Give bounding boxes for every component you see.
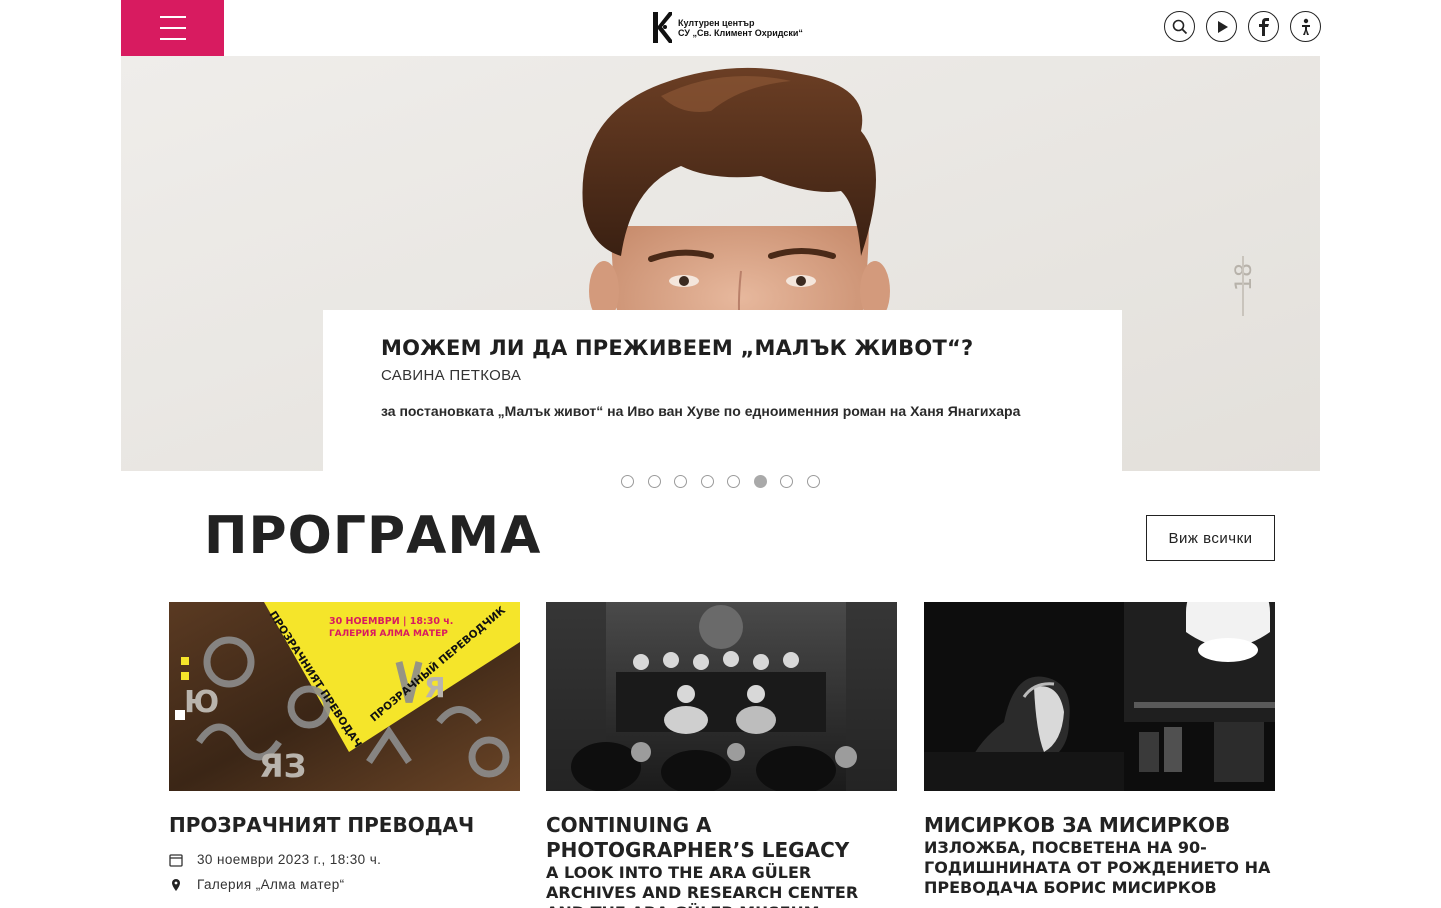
hero-author: Савина Петкова (381, 367, 522, 384)
event-title[interactable]: МИСИРКОВ ЗА МИСИРКОВ (924, 813, 1275, 838)
event-poster-image[interactable]: ЯЗ Ю Я 30 НОЕМВРИ | 18:30 ч. ГАЛЕРИЯ АЛМ… (169, 602, 520, 791)
svg-text:ЯЗ: ЯЗ (259, 747, 306, 785)
header-icon-group (1164, 11, 1321, 42)
play-icon (1217, 20, 1228, 33)
logo-line-2: СУ „Св. Климент Охридски“ (678, 27, 803, 38)
slider-dot[interactable] (674, 475, 687, 488)
event-card[interactable]: ЯЗ Ю Я 30 НОЕМВРИ | 18:30 ч. ГАЛЕРИЯ АЛМ… (169, 602, 520, 892)
accessibility-button[interactable] (1290, 11, 1321, 42)
event-title[interactable]: ПРОЗРАЧНИЯТ ПРЕВОДАЧ (169, 813, 520, 838)
hero-slider[interactable]: 18 МОЖЕМ ЛИ ДА ПРЕЖИВЕЕМ „МАЛЪК ЖИВОТ“? … (121, 56, 1320, 471)
event-card[interactable]: МИСИРКОВ ЗА МИСИРКОВ ИЗЛОЖБА, ПОСВЕТЕНА … (924, 602, 1275, 898)
event-photo-image[interactable] (924, 602, 1275, 791)
logo-text: Културен център СУ „Св. Климент Охридски… (678, 18, 803, 38)
video-button[interactable] (1206, 11, 1237, 42)
slider-dot[interactable] (727, 475, 740, 488)
logo-mark-icon (653, 12, 672, 43)
facebook-button[interactable] (1248, 11, 1279, 42)
event-subtitle: ИЗЛОЖБА, ПОСВЕТЕНА НА 90-ГОДИШНИНАТА ОТ … (924, 838, 1271, 897)
site-logo[interactable]: Културен център СУ „Св. Климент Охридски… (651, 11, 803, 44)
svg-text:Ю: Ю (184, 685, 219, 720)
location-pin-icon (172, 878, 180, 891)
event-location: Галерия „Алма матер“ (169, 877, 520, 892)
facebook-icon (1258, 17, 1269, 36)
svg-text:18: 18 (1232, 263, 1257, 291)
slider-pagination (621, 475, 820, 488)
event-title[interactable]: CONTINUING A PHOTOGRAPHER’S LEGACY (546, 813, 897, 863)
hero-description: за постановката „Малък живот“ на Иво ван… (381, 403, 1021, 419)
event-card[interactable]: CONTINUING A PHOTOGRAPHER’S LEGACY A LOO… (546, 602, 897, 908)
slider-dot[interactable] (806, 475, 820, 488)
slider-dot-active[interactable] (753, 475, 767, 488)
poster-date-text: 30 НОЕМВРИ | 18:30 ч. (329, 616, 453, 627)
hero-caption-card[interactable]: МОЖЕМ ЛИ ДА ПРЕЖИВЕЕМ „МАЛЪК ЖИВОТ“? Сав… (323, 310, 1122, 471)
search-button[interactable] (1164, 11, 1195, 42)
site-header: Културен център СУ „Св. Климент Охридски… (0, 0, 1441, 56)
see-all-button[interactable]: Виж всички (1146, 515, 1275, 561)
event-subtitle: A LOOK INTO THE ARA GÜLER ARCHIVES AND R… (546, 863, 859, 908)
program-heading: ПРОГРАМА (204, 506, 542, 566)
calendar-icon (169, 853, 183, 867)
hero-title[interactable]: МОЖЕМ ЛИ ДА ПРЕЖИВЕЕМ „МАЛЪК ЖИВОТ“? (381, 336, 1064, 360)
poster-venue-text: ГАЛЕРИЯ АЛМА МАТЕР (329, 629, 448, 639)
slider-dot[interactable] (647, 475, 661, 488)
slider-dot[interactable] (700, 475, 714, 488)
slider-dot[interactable] (621, 475, 634, 488)
slider-dot[interactable] (780, 475, 793, 488)
menu-icon (159, 16, 186, 40)
event-photo-image[interactable] (546, 602, 897, 791)
event-date: 30 ноември 2023 г., 18:30 ч. (169, 852, 520, 867)
search-icon (1172, 19, 1187, 34)
menu-button[interactable] (121, 0, 224, 56)
accessibility-icon (1301, 18, 1310, 35)
event-date-text: 30 ноември 2023 г., 18:30 ч. (197, 852, 382, 867)
logo-line-1: Културен център (678, 17, 755, 28)
event-location-text: Галерия „Алма матер“ (197, 877, 345, 892)
